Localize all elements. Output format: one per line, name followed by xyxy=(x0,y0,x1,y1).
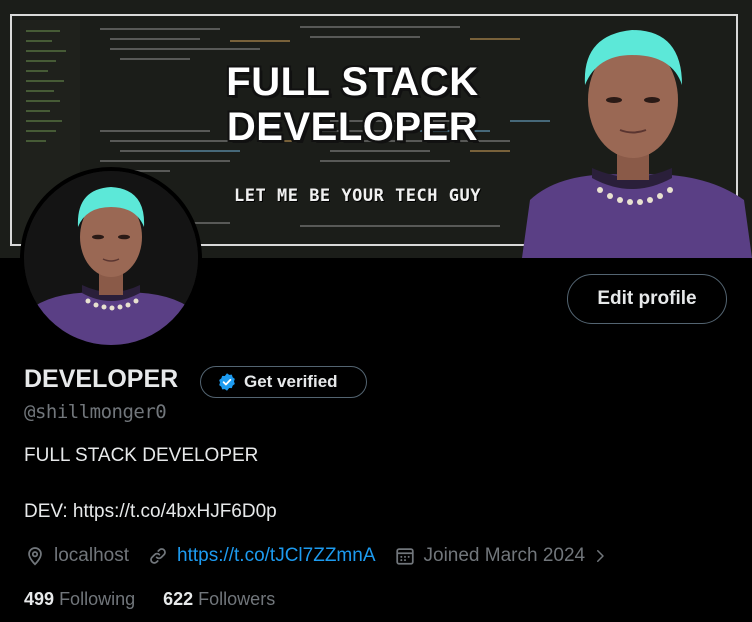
display-name: DEVELOPER xyxy=(24,365,179,393)
website-link[interactable]: https://t.co/tJCl7ZZmnA xyxy=(177,545,376,567)
website-item[interactable]: https://t.co/tJCl7ZZmnA xyxy=(147,545,376,567)
banner-character-illustration xyxy=(522,30,752,258)
avatar-image xyxy=(24,171,198,345)
link-icon xyxy=(150,548,166,564)
bio-line-1: FULL STACK DEVELOPER xyxy=(24,445,259,466)
banner-subtitle: LET ME BE YOUR TECH GUY xyxy=(234,186,481,206)
followers-count: 622 xyxy=(163,589,194,609)
joined-item[interactable]: Joined March 2024 xyxy=(394,545,610,567)
location-text: localhost xyxy=(54,545,129,566)
following-count: 499 xyxy=(24,589,55,609)
bio-line-2: DEV: https://t.co/4bxHJF6D0p xyxy=(24,501,277,522)
chevron-right-icon xyxy=(597,550,604,562)
profile-avatar[interactable] xyxy=(20,167,202,349)
user-handle: @shillmonger0 xyxy=(24,401,167,423)
following-label: Following xyxy=(59,589,136,609)
following-stat[interactable]: 499 Following xyxy=(24,589,135,610)
edit-profile-button[interactable]: Edit profile xyxy=(567,274,727,324)
joined-text: Joined March 2024 xyxy=(423,545,586,566)
calendar-icon xyxy=(395,548,414,565)
location-pin-icon xyxy=(28,547,42,566)
follow-stats: 499 Following 622 Followers xyxy=(24,589,275,610)
banner-title: FULL STACK DEVELOPER xyxy=(226,60,479,149)
followers-label: Followers xyxy=(198,589,276,609)
followers-stat[interactable]: 622 Followers xyxy=(163,589,275,610)
get-verified-label: Get verified xyxy=(244,372,338,391)
location-item: localhost xyxy=(24,545,129,567)
profile-meta: localhost https://t.co/tJCl7ZZmnA Joined… xyxy=(24,543,627,569)
get-verified-button[interactable]: Get verified xyxy=(200,366,367,398)
verified-badge-icon xyxy=(219,373,235,391)
